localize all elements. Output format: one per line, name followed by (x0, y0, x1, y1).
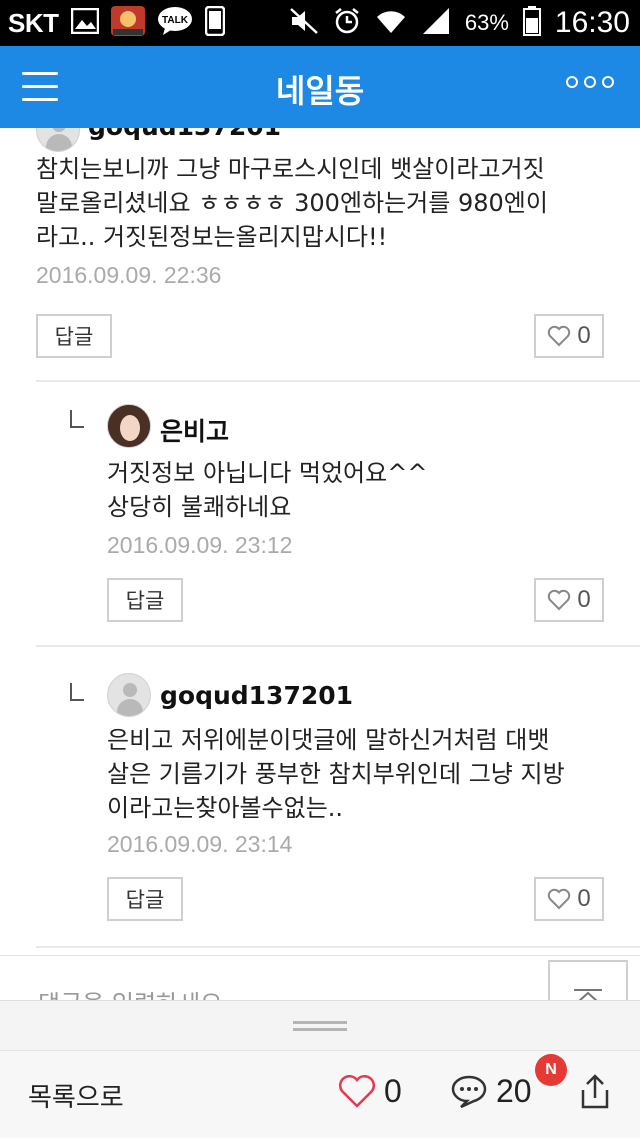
comment-author[interactable]: goqud137201 (88, 128, 281, 141)
post-like-button[interactable]: 0 (338, 1073, 402, 1110)
like-count: 0 (577, 885, 591, 912)
comment-date: 2016.09.09. 23:12 (107, 532, 293, 558)
comment-text-line: 거짓정보 아닙니다 먹었어요^^ (107, 459, 428, 487)
drag-handle-icon[interactable] (293, 1021, 347, 1031)
signal-icon (421, 7, 451, 39)
comment-bubble-icon (451, 1075, 487, 1108)
comment-date: 2016.09.09. 23:14 (107, 831, 293, 857)
scroll-top-icon (574, 989, 602, 1000)
comment-text-line: 이라고는찾아볼수없는.. (107, 794, 344, 822)
phone-icon (204, 5, 225, 40)
reply-button[interactable]: 답글 (107, 877, 183, 921)
more-options-icon[interactable] (566, 76, 614, 88)
comment-text: 거짓정보 아닙니다 먹었어요^^ 상당히 불쾌하네요 (107, 456, 427, 524)
post-comment-count: 20 (496, 1073, 532, 1109)
share-icon[interactable] (578, 1074, 612, 1114)
alarm-icon (333, 7, 361, 39)
battery-icon (522, 6, 541, 40)
like-count: 0 (577, 586, 591, 613)
comment-text-line: 살은 기름기가 풍부한 참치부위인데 그냥 지방 (107, 760, 565, 788)
like-button[interactable]: 0 (534, 877, 604, 921)
page-title: 네일동 (275, 72, 365, 110)
heart-outline-icon (548, 325, 571, 347)
comment-date: 2016.09.09. 22:36 (36, 262, 222, 288)
carrier-label: SKT (8, 7, 59, 38)
game-notification-icon (110, 6, 145, 40)
clock: 16:30 (554, 6, 630, 39)
comment-author[interactable]: goqud137201 (160, 681, 353, 710)
comment-text-line: 라고.. 거짓된정보는올리지맙시다!! (36, 223, 388, 251)
heart-outline-icon (548, 589, 571, 611)
reply-indicator-icon (70, 410, 84, 428)
panel-handle-bar (0, 1000, 640, 1050)
comment-item: goqud137201 참치는보니까 그냥 마구로스시인데 뱃살이라고거짓 말로… (0, 128, 640, 380)
like-count: 0 (577, 322, 591, 349)
reply-button[interactable]: 답글 (107, 578, 183, 622)
default-avatar-icon[interactable] (107, 673, 151, 717)
comment-input[interactable]: 댓글을 입력하세요 (38, 984, 222, 1000)
comment-list: goqud137201 참치는보니까 그냥 마구로스시인데 뱃살이라고거짓 말로… (0, 128, 640, 998)
new-comment-badge: N (535, 1054, 567, 1086)
post-comment-button[interactable]: 20 (450, 1073, 532, 1110)
user-photo-avatar[interactable] (107, 404, 151, 448)
post-like-count: 0 (384, 1073, 402, 1109)
heart-outline-icon (548, 888, 571, 910)
comment-text-line: 참치는보니까 그냥 마구로스시인데 뱃살이라고거짓 (36, 155, 545, 183)
comment-divider (36, 946, 640, 948)
heart-icon (339, 1074, 375, 1108)
comment-text: 은비고 저위에분이댓글에 말하신거처럼 대뱃 살은 기름기가 풍부한 참치부위인… (107, 723, 565, 825)
like-button[interactable]: 0 (534, 314, 604, 358)
default-avatar-icon[interactable] (36, 128, 80, 152)
comment-text-line: 상당히 불쾌하네요 (107, 493, 292, 521)
comment-text-line: 말로올리셨네요 ㅎㅎㅎㅎ 300엔하는거를 980엔이 (36, 189, 548, 217)
scroll-to-top-button[interactable] (548, 960, 628, 1000)
reply-button[interactable]: 답글 (36, 314, 112, 358)
comment-text-line: 은비고 저위에분이댓글에 말하신거처럼 대뱃 (107, 726, 550, 754)
comment-reply-item: 은비고 거짓정보 아닙니다 먹었어요^^ 상당히 불쾌하네요 2016.09.0… (0, 382, 640, 644)
gallery-icon (70, 7, 99, 38)
talk-icon: TALK (157, 6, 193, 40)
comment-reply-item: goqud137201 은비고 저위에분이댓글에 말하신거처럼 대뱃 살은 기름… (0, 647, 640, 947)
comment-author[interactable]: 은비고 (160, 412, 229, 448)
battery-percent: 63% (464, 10, 509, 35)
app-header: 네일동 (0, 46, 640, 128)
comment-text: 참치는보니까 그냥 마구로스시인데 뱃살이라고거짓 말로올리셨네요 ㅎㅎㅎㅎ 3… (36, 152, 548, 254)
wifi-icon (375, 7, 407, 39)
comment-input-area[interactable]: 댓글을 입력하세요 (0, 955, 640, 1000)
reply-indicator-icon (70, 683, 84, 701)
mute-icon (289, 7, 319, 39)
svg-text:TALK: TALK (162, 15, 189, 26)
status-bar: SKT TALK 63% 16:30 (0, 0, 640, 46)
back-to-list-button[interactable]: 목록으로 (28, 1077, 124, 1114)
like-button[interactable]: 0 (534, 578, 604, 622)
